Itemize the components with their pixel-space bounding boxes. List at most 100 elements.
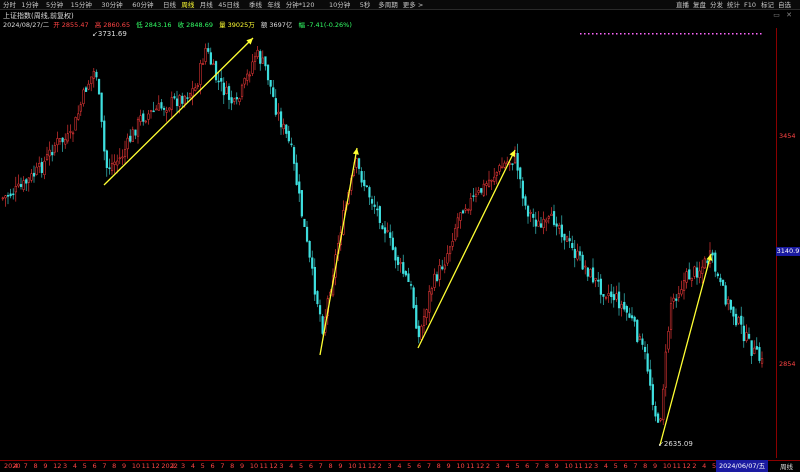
toolbar-button-3[interactable]: 统计 — [727, 1, 740, 9]
date-tick-22: 7 — [220, 462, 225, 470]
tab-timeframe-10[interactable]: 季线 — [249, 1, 262, 9]
candle-body — [116, 160, 119, 166]
date-tick-43: 7 — [426, 462, 431, 470]
tab-timeframe-12[interactable]: 分钟*120 — [286, 1, 315, 9]
indicator-dot — [580, 33, 582, 35]
candle-body — [571, 243, 574, 249]
tab-timeframe-13[interactable]: 10分钟 — [329, 1, 350, 9]
indicator-dot — [688, 33, 690, 35]
candle-body — [316, 291, 319, 305]
date-tick-40: 4 — [397, 462, 402, 470]
candle-body — [25, 179, 28, 184]
date-tick-56: 9 — [554, 462, 559, 470]
candle-body — [581, 254, 584, 270]
candle-body — [355, 158, 358, 168]
candle-body — [727, 298, 730, 305]
date-axis: 2020 4 7 8 9 12 3 4 5 6 7 8 9 10 11 12 2022 2 3 4 5 6 7 8 9 10 11 1… — [0, 460, 800, 472]
date-tick-54: 7 — [535, 462, 540, 470]
toolbar-button-4[interactable]: F10 — [744, 1, 756, 9]
toolbar-button-2[interactable]: 分发 — [710, 1, 723, 9]
date-tick-21: 6 — [210, 462, 215, 470]
indicator-dot — [604, 33, 606, 35]
candle-body — [532, 213, 535, 218]
tab-timeframe-8[interactable]: 月线 — [200, 1, 213, 9]
candle-body — [402, 262, 405, 274]
candle-body — [118, 157, 121, 160]
date-tick-42: 6 — [417, 462, 422, 470]
date-tick-26: 11 — [259, 462, 268, 470]
low-marker-value: 2635.09 — [663, 440, 693, 448]
candle-body — [394, 247, 397, 261]
candlestick-chart[interactable] — [0, 28, 776, 460]
window-controls[interactable]: ▭ ✕ — [773, 11, 794, 19]
tab-timeframe-4[interactable]: 30分钟 — [101, 1, 122, 9]
candle-body — [248, 74, 251, 77]
indicator-dot — [600, 33, 602, 35]
candle-body — [740, 315, 743, 325]
toolbar-button-1[interactable]: 复盘 — [693, 1, 706, 9]
candle-body — [526, 205, 530, 217]
candle-body — [573, 248, 576, 258]
indicator-dot — [684, 33, 686, 35]
candle-body — [152, 110, 155, 113]
candle-body — [706, 260, 709, 264]
candle-body — [160, 102, 163, 109]
tab-timeframe-11[interactable]: 年线 — [267, 1, 280, 9]
tab-timeframe-9[interactable]: 45日线 — [218, 1, 239, 9]
candle-body — [630, 315, 634, 319]
date-tick-39: 3 — [387, 462, 392, 470]
toolbar-button-6[interactable]: 自选 — [778, 1, 791, 9]
date-tick-49: 2 — [485, 462, 490, 470]
candle-body — [212, 63, 215, 66]
trend-arrow-line-1[interactable] — [319, 147, 358, 356]
candle-body — [103, 120, 106, 152]
candle-body — [625, 306, 628, 313]
tab-timeframe-5[interactable]: 60分钟 — [132, 1, 153, 9]
date-tick-33: 8 — [328, 462, 333, 470]
candle-body — [383, 227, 387, 234]
indicator-dot — [752, 33, 754, 35]
candle-body — [134, 129, 137, 136]
candle-body — [474, 193, 478, 198]
candle-body — [604, 296, 608, 299]
date-tick-62: 5 — [613, 462, 618, 470]
toolbar-button-0[interactable]: 直播 — [676, 1, 689, 9]
candle-body — [461, 210, 465, 214]
candle-body — [747, 333, 751, 339]
tab-timeframe-16[interactable]: 更多 > — [403, 1, 424, 9]
indicator-dot — [644, 33, 646, 35]
candle-body — [753, 347, 756, 354]
candle-body — [90, 76, 93, 84]
tab-timeframe-3[interactable]: 15分钟 — [71, 1, 92, 9]
toolbar-button-5[interactable]: 标记 — [761, 1, 774, 9]
candle-body — [318, 305, 322, 315]
tab-timeframe-0[interactable]: 分时 — [3, 1, 16, 9]
candle-body — [563, 233, 566, 241]
candle-body — [669, 303, 673, 330]
tab-timeframe-2[interactable]: 5分钟 — [46, 1, 63, 9]
tab-timeframe-7[interactable]: 周线 — [181, 1, 194, 9]
period-label: 周线 — [780, 463, 793, 471]
candle-body — [79, 104, 82, 112]
date-tick-58: 11 — [574, 462, 583, 470]
indicator-dot — [628, 33, 630, 35]
tab-timeframe-15[interactable]: 多周期 — [378, 1, 398, 9]
date-tick-70: 2 — [692, 462, 697, 470]
candle-body — [576, 250, 579, 260]
trend-arrow-line-3[interactable] — [659, 253, 712, 446]
trend-arrow-line-0[interactable] — [103, 37, 254, 186]
indicator-dot — [588, 33, 590, 35]
trend-arrow-line-2[interactable] — [417, 149, 516, 349]
tab-timeframe-6[interactable]: 日线 — [163, 1, 176, 9]
indicator-dot — [640, 33, 642, 35]
tab-timeframe-1[interactable]: 1分钟 — [21, 1, 38, 9]
candle-body — [742, 325, 745, 342]
tab-timeframe-14[interactable]: 5秒 — [360, 1, 371, 9]
candle-body — [308, 240, 311, 258]
candle-body — [43, 160, 46, 175]
candle-body — [391, 237, 394, 250]
candle-body — [415, 304, 418, 329]
candle-body — [482, 183, 485, 196]
candle-body — [721, 279, 725, 286]
candle-body — [53, 145, 56, 153]
